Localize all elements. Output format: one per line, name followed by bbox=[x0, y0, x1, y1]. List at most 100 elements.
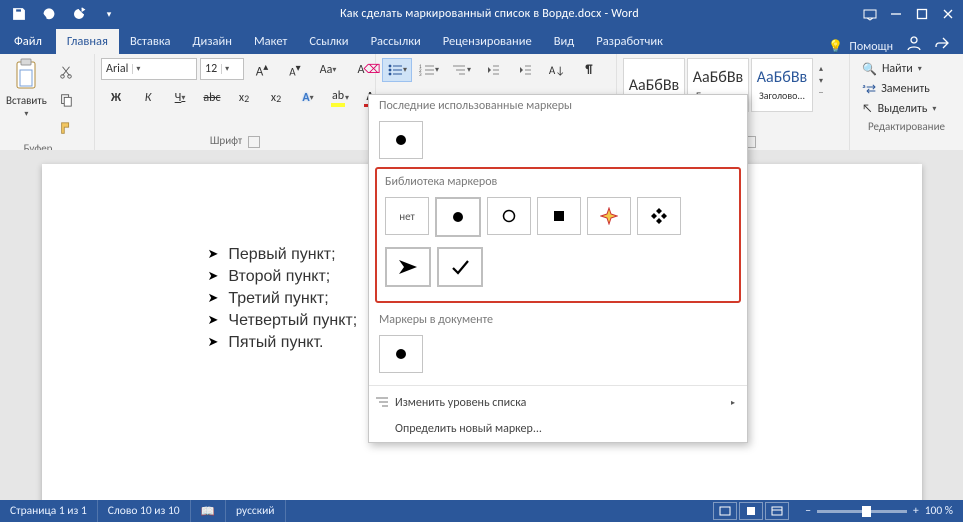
account-icon[interactable] bbox=[903, 32, 925, 54]
bullet-arrowhead[interactable] bbox=[385, 247, 431, 287]
find-button[interactable]: 🔍Найти▾ bbox=[862, 60, 953, 78]
replace-button[interactable]: ᵃ⇄Заменить bbox=[862, 80, 953, 98]
zoom-value[interactable]: 100 % bbox=[925, 504, 953, 518]
tab-layout[interactable]: Макет bbox=[243, 29, 298, 54]
group-font-label: Шрифт bbox=[210, 134, 242, 147]
tab-developer[interactable]: Разработчик bbox=[585, 29, 674, 54]
group-clipboard: Вставить ▾ Буфер обме... bbox=[0, 54, 95, 150]
window-controls bbox=[857, 3, 961, 25]
zoom-control[interactable]: − + 100 % bbox=[795, 504, 963, 518]
bullet-checkmark[interactable] bbox=[437, 247, 483, 287]
bold-button[interactable]: Ж bbox=[101, 86, 131, 110]
sort-icon[interactable]: А↓ bbox=[542, 58, 572, 82]
tab-view[interactable]: Вид bbox=[543, 29, 586, 54]
view-buttons bbox=[707, 502, 795, 520]
copy-icon[interactable] bbox=[51, 88, 81, 112]
undo-icon[interactable] bbox=[36, 3, 62, 25]
status-language[interactable]: русский bbox=[226, 500, 286, 522]
font-dialog-icon[interactable] bbox=[248, 136, 260, 148]
tab-design[interactable]: Дизайн bbox=[181, 29, 243, 54]
web-layout-icon[interactable] bbox=[765, 502, 789, 520]
status-words[interactable]: Слово 10 из 10 bbox=[98, 500, 191, 522]
doc-bullet-disc[interactable] bbox=[379, 335, 423, 373]
define-new-bullet[interactable]: Определить новый маркер... bbox=[369, 416, 747, 442]
print-layout-icon[interactable] bbox=[739, 502, 763, 520]
zoom-out-icon[interactable]: − bbox=[805, 504, 811, 518]
ribbon-options-icon[interactable] bbox=[857, 3, 883, 25]
zoom-in-icon[interactable]: + bbox=[913, 504, 919, 518]
bullet-diamond4[interactable] bbox=[637, 197, 681, 235]
bullet-none[interactable]: нет bbox=[385, 197, 429, 235]
superscript-button[interactable]: x2 bbox=[261, 86, 291, 110]
bullets-dropdown: Последние использованные маркеры Библиот… bbox=[368, 94, 748, 443]
tab-insert[interactable]: Вставка bbox=[119, 29, 182, 54]
styles-down-icon[interactable]: ▾ bbox=[819, 76, 823, 86]
qat-more-icon[interactable]: ▾ bbox=[96, 3, 122, 25]
bullet-square[interactable] bbox=[537, 197, 581, 235]
italic-button[interactable]: К bbox=[133, 86, 163, 110]
paste-label: Вставить bbox=[6, 94, 47, 107]
group-font: Arial▾ 12▾ A▴ A▾ Aa▾ A⌫ Ж К Ч▾ abc x2 x2… bbox=[95, 54, 376, 150]
subscript-button[interactable]: x2 bbox=[229, 86, 259, 110]
numbering-button[interactable]: 123▾ bbox=[414, 58, 444, 82]
styles-more-icon[interactable]: ⎯ bbox=[819, 88, 823, 98]
paste-button[interactable]: Вставить ▾ bbox=[6, 58, 47, 119]
font-name-value: Arial bbox=[106, 62, 128, 76]
tab-mailings[interactable]: Рассылки bbox=[360, 29, 432, 54]
font-size-select[interactable]: 12▾ bbox=[200, 58, 244, 80]
maximize-icon[interactable] bbox=[909, 3, 935, 25]
share-icon[interactable] bbox=[931, 32, 953, 54]
status-spellcheck[interactable]: 📖 bbox=[191, 500, 226, 522]
bullet-4point[interactable] bbox=[587, 197, 631, 235]
tab-review[interactable]: Рецензирование bbox=[432, 29, 543, 54]
window-title: Как сделать маркированный список в Ворде… bbox=[122, 7, 857, 21]
list-level-icon bbox=[375, 396, 389, 408]
font-name-select[interactable]: Arial▾ bbox=[101, 58, 197, 80]
book-check-icon: 📖 bbox=[201, 504, 215, 519]
show-marks-icon[interactable]: ¶ bbox=[574, 58, 604, 82]
status-bar: Страница 1 из 1 Слово 10 из 10 📖 русский… bbox=[0, 500, 963, 522]
styles-up-icon[interactable]: ▴ bbox=[819, 64, 823, 74]
decrease-indent-icon[interactable] bbox=[478, 58, 508, 82]
quick-access-toolbar: ▾ bbox=[0, 3, 122, 25]
tab-home[interactable]: Главная bbox=[56, 29, 119, 54]
style-normal-preview: АаБбВв bbox=[629, 76, 679, 95]
strikethrough-button[interactable]: abc bbox=[197, 86, 227, 110]
tab-file[interactable]: Файл bbox=[0, 29, 56, 54]
style-heading-preview: АаБбВв bbox=[757, 68, 807, 87]
bullets-button[interactable]: ▾ bbox=[382, 58, 412, 82]
redo-icon[interactable] bbox=[66, 3, 92, 25]
font-size-value: 12 bbox=[205, 62, 217, 76]
replace-icon: ᵃ⇄ bbox=[862, 82, 876, 97]
select-button[interactable]: ↖Выделить▾ bbox=[862, 100, 953, 118]
status-page[interactable]: Страница 1 из 1 bbox=[0, 500, 98, 522]
change-case-icon[interactable]: Aa▾ bbox=[313, 58, 343, 82]
close-icon[interactable] bbox=[935, 3, 961, 25]
read-mode-icon[interactable] bbox=[713, 502, 737, 520]
shrink-font-icon[interactable]: A▾ bbox=[280, 58, 310, 82]
zoom-slider[interactable] bbox=[817, 510, 907, 513]
tell-me[interactable]: 💡 Помощн bbox=[828, 39, 903, 54]
title-bar: ▾ Как сделать маркированный список в Вор… bbox=[0, 0, 963, 28]
format-painter-icon[interactable] bbox=[51, 116, 81, 140]
highlight-icon[interactable]: ab▾ bbox=[325, 86, 355, 110]
document-bullets-header: Маркеры в документе bbox=[369, 309, 747, 333]
multilevel-button[interactable]: ▾ bbox=[446, 58, 476, 82]
tab-references[interactable]: Ссылки bbox=[298, 29, 359, 54]
change-list-level[interactable]: Изменить уровень списка ▸ bbox=[369, 390, 747, 416]
bullet-disc[interactable] bbox=[435, 197, 481, 237]
grow-font-icon[interactable]: A▴ bbox=[247, 58, 277, 82]
lightbulb-icon: 💡 bbox=[828, 39, 843, 54]
search-icon: 🔍 bbox=[862, 62, 877, 77]
recent-bullets-header: Последние использованные маркеры bbox=[369, 95, 747, 119]
text-effects-icon[interactable]: A▾ bbox=[293, 86, 323, 110]
clear-formatting-icon[interactable]: A⌫ bbox=[346, 58, 376, 82]
increase-indent-icon[interactable] bbox=[510, 58, 540, 82]
bullet-circle[interactable] bbox=[487, 197, 531, 235]
cursor-icon: ↖ bbox=[862, 102, 873, 116]
cut-icon[interactable] bbox=[51, 60, 81, 84]
save-icon[interactable] bbox=[6, 3, 32, 25]
recent-bullet-disc[interactable] bbox=[379, 121, 423, 159]
minimize-icon[interactable] bbox=[883, 3, 909, 25]
underline-button[interactable]: Ч▾ bbox=[165, 86, 195, 110]
